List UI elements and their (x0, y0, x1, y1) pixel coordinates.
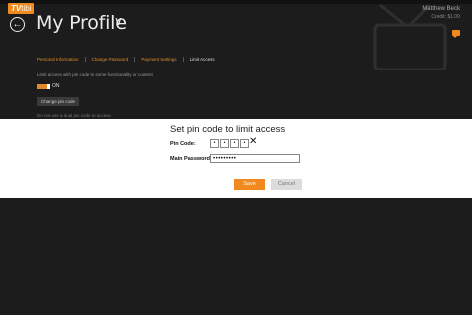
save-button[interactable]: Save (234, 179, 265, 190)
app-logo[interactable]: TVtibi (8, 3, 35, 14)
logo-tail: tibi (21, 4, 32, 13)
tab-personal-information[interactable]: Personal Information (37, 57, 85, 62)
tab-payment-settings[interactable]: Payment Settings (134, 57, 182, 62)
chevron-down-icon[interactable]: ∨ (114, 14, 123, 28)
set-pin-dialog: Set pin code to limit access Pin Code: •… (0, 119, 472, 198)
user-name[interactable]: Matthew Beck (422, 6, 460, 12)
main-password-label: Main Password: (170, 156, 212, 162)
pin-digit-1[interactable]: • (210, 139, 219, 148)
pin-digit-3[interactable]: • (230, 139, 239, 148)
pin-code-label: Pin Code: (170, 141, 196, 147)
tab-limit-access[interactable]: Limit Access (182, 57, 221, 62)
lower-backdrop (0, 198, 472, 315)
toggle-knob (47, 84, 50, 89)
back-arrow-icon[interactable]: ← (10, 17, 25, 32)
limit-access-toggle[interactable] (37, 84, 50, 89)
limit-access-description: Limit access with pin code to some funct… (37, 72, 153, 77)
pin-digit-2[interactable]: • (220, 139, 229, 148)
obscured-text: Do not use a dual pin code to access (37, 113, 111, 118)
main-password-field[interactable]: ••••••••• (210, 154, 300, 163)
tab-change-password[interactable]: Change Password (84, 57, 135, 62)
toggle-state-label: ON (52, 83, 60, 89)
cancel-button[interactable]: Cancel (271, 179, 302, 190)
clear-icon[interactable]: ✕ (249, 137, 257, 147)
profile-tabs: Personal Information Change Password Payme… (37, 57, 221, 62)
change-pin-button[interactable]: Change pin code (37, 97, 80, 106)
pin-digit-4[interactable]: • (240, 139, 249, 148)
dialog-title: Set pin code to limit access (170, 124, 286, 135)
chat-icon[interactable] (452, 30, 460, 38)
logo-text: TV (11, 4, 22, 13)
user-credit: Credit: $1.00 (431, 14, 460, 20)
